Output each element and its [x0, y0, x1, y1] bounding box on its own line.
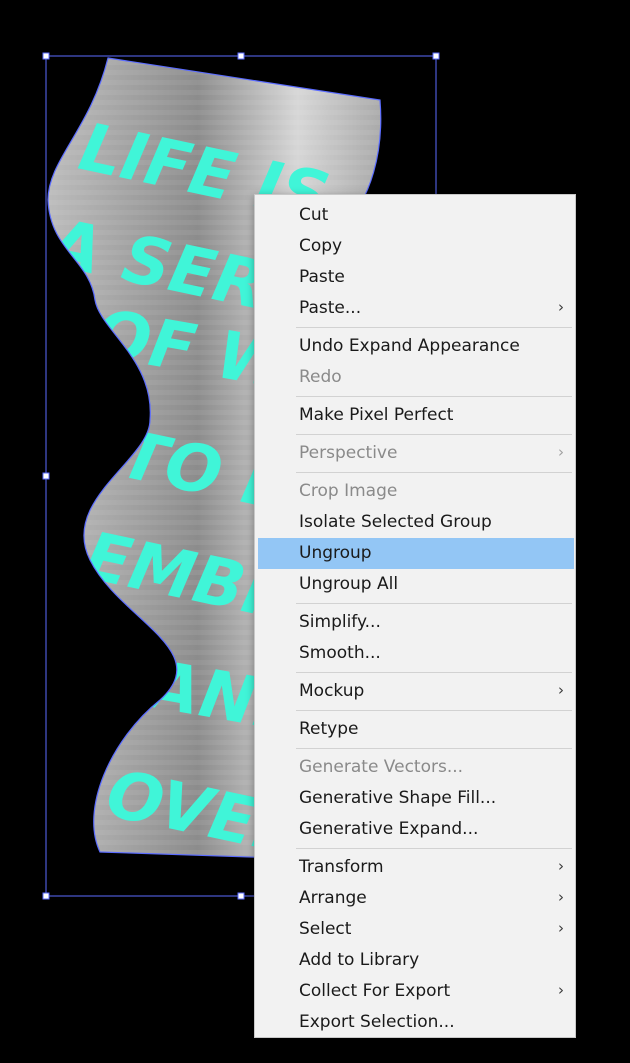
menu-item-generate-vectors: Generate Vectors... [258, 752, 574, 783]
menu-item-ungroup-all[interactable]: Ungroup All [258, 569, 574, 600]
menu-item-label: Smooth... [299, 643, 381, 663]
menu-item-label: Select [299, 919, 352, 939]
menu-separator [296, 327, 572, 328]
menu-item-label: Redo [299, 367, 342, 387]
menu-item-select[interactable]: Select › [258, 914, 574, 945]
menu-item-label: Paste [299, 267, 345, 287]
menu-item-label: Mockup [299, 681, 365, 701]
menu-item-mockup[interactable]: Mockup › [258, 676, 574, 707]
menu-item-add-to-library[interactable]: Add to Library [258, 945, 574, 976]
menu-item-perspective: Perspective › [258, 438, 574, 469]
chevron-right-icon: › [558, 681, 564, 699]
menu-item-paste[interactable]: Paste... › [258, 293, 574, 324]
menu-item-label: Copy [299, 236, 343, 256]
menu-item-label: Perspective [299, 443, 398, 463]
menu-separator [296, 472, 572, 473]
chevron-right-icon: › [558, 919, 564, 937]
menu-item-label: Ungroup [299, 543, 372, 563]
menu-item-label: Simplify... [299, 612, 381, 632]
chevron-right-icon: › [558, 443, 564, 461]
menu-item-label: Arrange [299, 888, 367, 908]
menu-separator [296, 748, 572, 749]
menu-item-redo: Redo [258, 362, 574, 393]
menu-item-label: Isolate Selected Group [299, 512, 492, 532]
menu-item-label: Generative Shape Fill... [299, 788, 497, 808]
menu-separator [296, 603, 572, 604]
menu-item-copy[interactable]: Copy [258, 231, 574, 262]
menu-separator [296, 434, 572, 435]
artboard-canvas[interactable]: LIFE IS A SERIES OF WAVES TO BE EMBRACED… [0, 0, 630, 1063]
menu-item-label: Cut [299, 205, 329, 225]
menu-item-collect-for-export[interactable]: Collect For Export › [258, 976, 574, 1007]
menu-item-simplify[interactable]: Simplify... [258, 607, 574, 638]
selection-handle-top-left[interactable] [42, 52, 50, 60]
menu-item-label: Retype [299, 719, 359, 739]
chevron-right-icon: › [558, 981, 564, 999]
menu-item-undo-expand-appearance[interactable]: Undo Expand Appearance [258, 331, 574, 362]
menu-separator [296, 710, 572, 711]
menu-item-label: Generate Vectors... [299, 757, 464, 777]
selection-handle-middle-left[interactable] [42, 472, 50, 480]
menu-item-label: Undo Expand Appearance [299, 336, 520, 356]
menu-item-smooth[interactable]: Smooth... [258, 638, 574, 669]
menu-item-generative-expand[interactable]: Generative Expand... [258, 814, 574, 845]
menu-item-retype[interactable]: Retype [258, 714, 574, 745]
menu-item-crop-image: Crop Image [258, 476, 574, 507]
menu-item-arrange[interactable]: Arrange › [258, 883, 574, 914]
menu-item-export-selection[interactable]: Export Selection... [258, 1007, 574, 1038]
menu-item-label: Export Selection... [299, 1012, 455, 1032]
menu-item-isolate-selected-group[interactable]: Isolate Selected Group [258, 507, 574, 538]
chevron-right-icon: › [558, 888, 564, 906]
menu-separator [296, 672, 572, 673]
chevron-right-icon: › [558, 298, 564, 316]
menu-item-label: Add to Library [299, 950, 420, 970]
selection-handle-top-right[interactable] [432, 52, 440, 60]
menu-item-paste[interactable]: Paste [258, 262, 574, 293]
menu-item-ungroup[interactable]: Ungroup [258, 538, 574, 569]
menu-item-label: Collect For Export [299, 981, 451, 1001]
menu-item-transform[interactable]: Transform › [258, 852, 574, 883]
menu-item-generative-shape-fill[interactable]: Generative Shape Fill... [258, 783, 574, 814]
menu-item-cut[interactable]: Cut [258, 200, 574, 231]
menu-item-label: Paste... [299, 298, 362, 318]
menu-item-label: Ungroup All [299, 574, 399, 594]
selection-handle-top-center[interactable] [237, 52, 245, 60]
chevron-right-icon: › [558, 857, 564, 875]
selection-handle-bottom-left[interactable] [42, 892, 50, 900]
menu-item-label: Generative Expand... [299, 819, 479, 839]
menu-item-label: Make Pixel Perfect [299, 405, 454, 425]
menu-separator [296, 848, 572, 849]
menu-item-label: Crop Image [299, 481, 398, 501]
menu-item-label: Transform [299, 857, 384, 877]
menu-item-make-pixel-perfect[interactable]: Make Pixel Perfect [258, 400, 574, 431]
context-menu[interactable]: Cut Copy Paste Paste... › Undo Expand Appeara… [254, 194, 576, 1038]
menu-separator [296, 396, 572, 397]
selection-handle-bottom-center[interactable] [237, 892, 245, 900]
